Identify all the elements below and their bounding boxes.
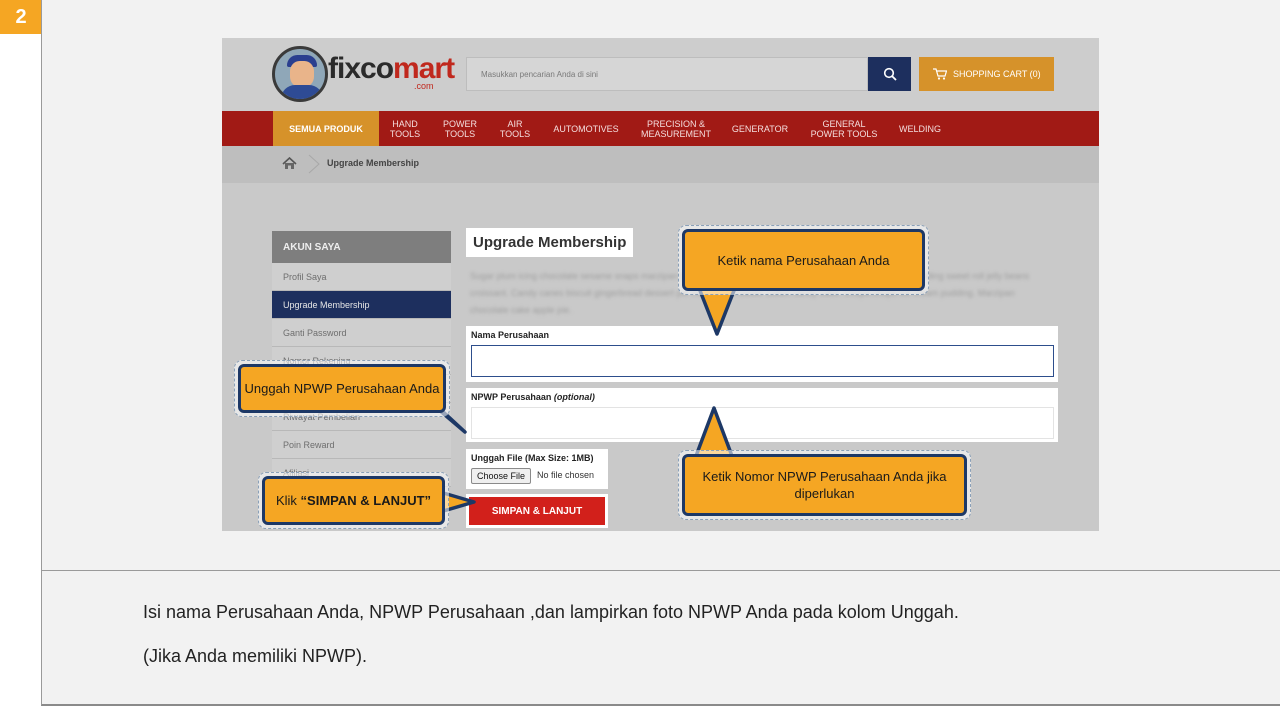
sidebar-item-profil[interactable]: Profil Saya <box>272 263 451 291</box>
search-button[interactable] <box>868 57 911 91</box>
callout-simpan: Klik “SIMPAN & LANJUT” <box>258 472 449 529</box>
breadcrumb-separator-icon <box>308 154 320 174</box>
choose-file-button[interactable]: Choose File <box>471 468 532 484</box>
save-button-wrapper: SIMPAN & LANJUT <box>466 494 608 528</box>
breadcrumb-current: Upgrade Membership <box>327 158 420 168</box>
nav-welding[interactable]: WELDING <box>894 111 946 146</box>
nama-perusahaan-label: Nama Perusahaan <box>471 330 550 340</box>
instruction-line-1: Isi nama Perusahaan Anda, NPWP Perusahaa… <box>143 602 959 622</box>
npwp-perusahaan-input[interactable] <box>471 407 1054 439</box>
npwp-optional-text: (optional) <box>553 392 595 402</box>
mascot-logo-icon[interactable] <box>272 46 328 102</box>
search-input[interactable]: Masukkan pencarian Anda di sini <box>466 57 868 91</box>
callout-unggah-npwp: Unggah NPWP Perusahaan Anda <box>234 360 450 417</box>
sidebar-title: AKUN SAYA <box>272 231 451 263</box>
shopping-cart-button[interactable]: SHOPPING CART (0) <box>919 57 1054 91</box>
nav-automotives[interactable]: AUTOMOTIVES <box>548 111 624 146</box>
site-logo[interactable]: fixcomart <box>328 52 455 86</box>
breadcrumb: Upgrade Membership <box>222 146 1099 183</box>
account-sidebar: AKUN SAYA Profil Saya Upgrade Membership… <box>272 231 451 487</box>
sidebar-item-ganti-password[interactable]: Ganti Password <box>272 319 451 347</box>
nav-hand-tools[interactable]: HAND TOOLS <box>382 111 428 146</box>
npwp-perusahaan-group: NPWP Perusahaan (optional) <box>466 388 1058 442</box>
search-icon <box>883 67 897 81</box>
callout-nama-text: Ketik nama Perusahaan Anda <box>682 229 925 291</box>
nama-perusahaan-group: Nama Perusahaan <box>466 326 1058 382</box>
instruction-panel: Isi nama Perusahaan Anda, NPWP Perusahaa… <box>41 571 1280 706</box>
callout-unggah-text: Unggah NPWP Perusahaan Anda <box>238 364 446 413</box>
upload-group: Unggah File (Max Size: 1MB) Choose File … <box>466 449 608 489</box>
category-nav: SEMUA PRODUK HAND TOOLS POWER TOOLS AIR … <box>222 111 1099 146</box>
nav-semua-produk[interactable]: SEMUA PRODUK <box>273 111 379 146</box>
nav-general-power-tools[interactable]: GENERAL POWER TOOLS <box>804 111 884 146</box>
instruction-line-2: (Jika Anda memiliki NPWP). <box>143 646 368 666</box>
callout-nama-perusahaan: Ketik nama Perusahaan Anda <box>678 225 929 295</box>
nama-perusahaan-input[interactable] <box>471 345 1054 377</box>
simpan-lanjut-button[interactable]: SIMPAN & LANJUT <box>469 497 605 525</box>
site-header: fixcomart .com Masukkan pencarian Anda d… <box>222 38 1099 111</box>
nav-air-tools[interactable]: AIR TOOLS <box>492 111 538 146</box>
nav-precision-measurement[interactable]: PRECISION & MEASUREMENT <box>634 111 718 146</box>
logo-main-text: fixco <box>328 52 394 85</box>
sidebar-item-upgrade[interactable]: Upgrade Membership <box>272 291 451 319</box>
nav-generator[interactable]: GENERATOR <box>726 111 794 146</box>
callout-simpan-bold: “SIMPAN & LANJUT” <box>300 493 432 508</box>
upload-label: Unggah File (Max Size: 1MB) <box>471 453 594 463</box>
nav-power-tools[interactable]: POWER TOOLS <box>436 111 484 146</box>
no-file-text: No file chosen <box>537 470 595 480</box>
cart-icon <box>933 68 947 80</box>
home-icon[interactable] <box>282 157 297 170</box>
callout-simpan-prefix: Klik <box>275 493 297 508</box>
page-title: Upgrade Membership <box>466 228 634 257</box>
cart-label: SHOPPING CART (0) <box>953 69 1041 79</box>
step-badge: 2 <box>0 0 42 34</box>
logo-domain: .com <box>414 81 434 91</box>
npwp-label-text: NPWP Perusahaan <box>471 392 552 402</box>
callout-nomor-text: Ketik Nomor NPWP Perusahaan Anda jika di… <box>682 454 967 516</box>
callout-nomor-npwp: Ketik Nomor NPWP Perusahaan Anda jika di… <box>678 450 971 520</box>
callout-simpan-text: Klik “SIMPAN & LANJUT” <box>262 476 445 525</box>
npwp-perusahaan-label: NPWP Perusahaan (optional) <box>471 392 595 402</box>
